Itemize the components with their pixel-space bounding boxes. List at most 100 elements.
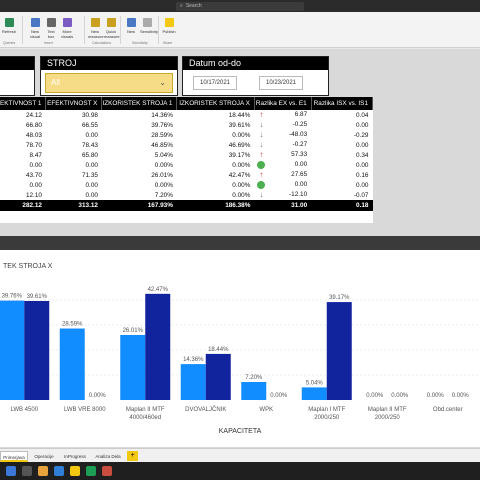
category-label: DVOVALJČNIK — [185, 406, 226, 413]
table-cell: 0.00 — [46, 160, 102, 170]
slicer-title: STROJ — [41, 57, 177, 70]
column-header[interactable]: IZKORISTEK STROJA X — [176, 97, 255, 110]
app-icon[interactable] — [102, 466, 112, 476]
table-cell: -0.29 — [311, 130, 372, 140]
stroj-slicer[interactable]: STROJ All ⌄ — [40, 56, 178, 96]
cell-value: 0.00 — [356, 181, 369, 189]
bar-series-1[interactable] — [301, 387, 327, 400]
bar-series-1[interactable] — [180, 364, 206, 400]
table-row[interactable]: 48.03 0.00 28.59% 0.00% ↓ -48.03 -0.29 — [0, 130, 373, 140]
shield-icon — [142, 18, 152, 27]
left-partial-slicer[interactable] — [0, 56, 35, 96]
powerbi-icon[interactable] — [70, 466, 80, 476]
refresh-button[interactable]: Refresh — [2, 18, 16, 34]
search-placeholder: Search — [185, 3, 202, 9]
new-button[interactable]: New — [124, 18, 138, 34]
table-cell: ↓ -0.25 — [254, 120, 311, 130]
cell-value: 0.00 — [85, 131, 98, 139]
quick-measure-icon — [106, 18, 116, 27]
cell-value: 0.00% — [232, 131, 251, 139]
cell-value: 24.12 — [25, 111, 42, 119]
table-row[interactable]: 8.47 65.80 5.04% 39.17% ↑ 57.33 0.34 — [0, 150, 373, 160]
column-header[interactable]: Razlika EX vs. E1 — [254, 97, 312, 110]
table-row[interactable]: 24.12 30.98 14.36% 18.44% ↑ 6.87 0.04 — [0, 110, 373, 120]
windows-icon[interactable] — [6, 466, 16, 476]
table-row[interactable]: 43.70 71.35 26.01% 42.47% ↑ 27.65 0.16 — [0, 170, 373, 180]
table-cell: 0.00 — [254, 160, 311, 170]
search-taskbar-icon[interactable] — [22, 466, 32, 476]
more-visuals-button[interactable]: More visuals — [60, 18, 74, 39]
table-cell: 186.38% — [176, 200, 255, 211]
bar-series-2[interactable] — [145, 293, 171, 400]
table-cell: 0.00% — [102, 160, 177, 170]
table-row[interactable]: 0.00 0.00 0.00% 0.00% 0.00 0.00 — [0, 160, 373, 170]
table-cell: 66.80 — [0, 120, 46, 130]
cell-value: 66.80 — [25, 121, 42, 129]
cell-value: 0.00 — [29, 161, 42, 169]
stroj-dropdown[interactable]: All ⌄ — [45, 73, 173, 93]
ribbon: Refresh New visual Text box More visuals… — [0, 12, 480, 48]
publish-button[interactable]: Publish — [162, 18, 176, 34]
table-cell: 0.00 — [0, 160, 46, 170]
quick-measure-button[interactable]: Quick measure — [104, 18, 120, 39]
folder-icon[interactable] — [38, 466, 48, 476]
column-header[interactable]: EKTIVNOST 1 — [0, 97, 47, 110]
comparison-table: EKTIVNOST 1 EFEKTIVNOST X IZKORISTEK STR… — [0, 97, 374, 223]
tab-inprogress[interactable]: InProgress — [60, 451, 90, 462]
data-label: 0.00% — [89, 393, 107, 399]
excel-icon[interactable] — [86, 466, 96, 476]
column-header[interactable]: EFEKTIVNOST X — [45, 97, 103, 110]
cell-value: -0.29 — [353, 131, 369, 139]
data-label: 0.00% — [427, 393, 445, 399]
sensitivity-button[interactable]: Sensitivity — [140, 18, 158, 34]
page-tabs: Primerjava Operacije InProgress Analiza … — [0, 448, 480, 462]
data-label: 18.44% — [208, 347, 229, 353]
table-cell: 0.18 — [311, 200, 373, 211]
search-box[interactable]: ⌕ Search — [176, 2, 304, 11]
data-label: 0.00% — [270, 393, 288, 399]
data-label: 42.47% — [148, 287, 169, 293]
date-slicer[interactable]: Datum od-do 10/17/2021 10/23/2021 — [182, 56, 329, 96]
table-row[interactable]: 0.00 0.00 0.00% 0.00% 0.00 0.00 — [0, 180, 373, 190]
table-cell: 0.04 — [311, 110, 372, 120]
column-header[interactable]: Razlika ISX vs. IS1 — [311, 97, 374, 110]
tab-primerjava[interactable]: Primerjava — [0, 451, 28, 462]
add-page-button[interactable]: + — [127, 451, 138, 461]
table-total-row[interactable]: 282.12 313.12 167.93% 186.38% 31.00 0.18 — [0, 200, 373, 211]
text-box-button[interactable]: Text box — [44, 18, 58, 39]
date-from-input[interactable]: 10/17/2021 — [193, 76, 237, 90]
table-cell: 0.00 — [0, 180, 46, 190]
table-cell: ↑ 57.33 — [254, 150, 311, 160]
cell-value: 26.01% — [151, 171, 173, 179]
table-row[interactable]: 78.70 78.43 46.85% 46.69% ↓ -0.27 0.00 — [0, 140, 373, 150]
cell-value: 0.00 — [356, 121, 369, 129]
table-cell: 65.80 — [46, 150, 102, 160]
new-visual-button[interactable]: New visual — [28, 18, 42, 39]
title-bar: ⌕ Search — [0, 0, 480, 12]
bar-series-1[interactable] — [241, 382, 267, 400]
cell-value: 0.00% — [232, 181, 251, 189]
ribbon-group-label: Insert — [44, 41, 53, 45]
bar-series-1[interactable] — [0, 300, 25, 400]
bar-series-2[interactable] — [205, 353, 231, 400]
bar-series-1[interactable] — [59, 328, 85, 400]
category-label: WPK — [259, 407, 273, 413]
table-cell: ↑ 6.87 — [254, 110, 311, 120]
bar-series-2[interactable] — [326, 302, 352, 400]
cell-value: 48.03 — [25, 131, 42, 139]
cell-value: 14.36% — [151, 111, 173, 119]
refresh-icon — [4, 18, 14, 27]
cell-value: -0.25 — [292, 121, 308, 128]
new-measure-button[interactable]: New measure — [88, 18, 104, 39]
tab-analiza-dela[interactable]: Analiza Dela — [92, 451, 124, 462]
table-row[interactable]: 66.80 66.55 39.76% 39.61% ↓ -0.25 0.00 — [0, 120, 373, 130]
bar-series-2[interactable] — [24, 300, 50, 400]
column-header[interactable]: IZKORISTEK STROJA 1 — [101, 97, 178, 110]
bar-series-1[interactable] — [120, 334, 146, 400]
table-cell: 30.98 — [46, 110, 102, 120]
tab-operacije[interactable]: Operacije — [30, 451, 58, 462]
table-row[interactable]: 12.10 0.00 7.20% 0.00% ↓ -12.10 -0.07 — [0, 190, 373, 200]
date-to-input[interactable]: 10/23/2021 — [259, 76, 303, 90]
browser-icon[interactable] — [54, 466, 64, 476]
data-label: 26.01% — [123, 328, 144, 334]
